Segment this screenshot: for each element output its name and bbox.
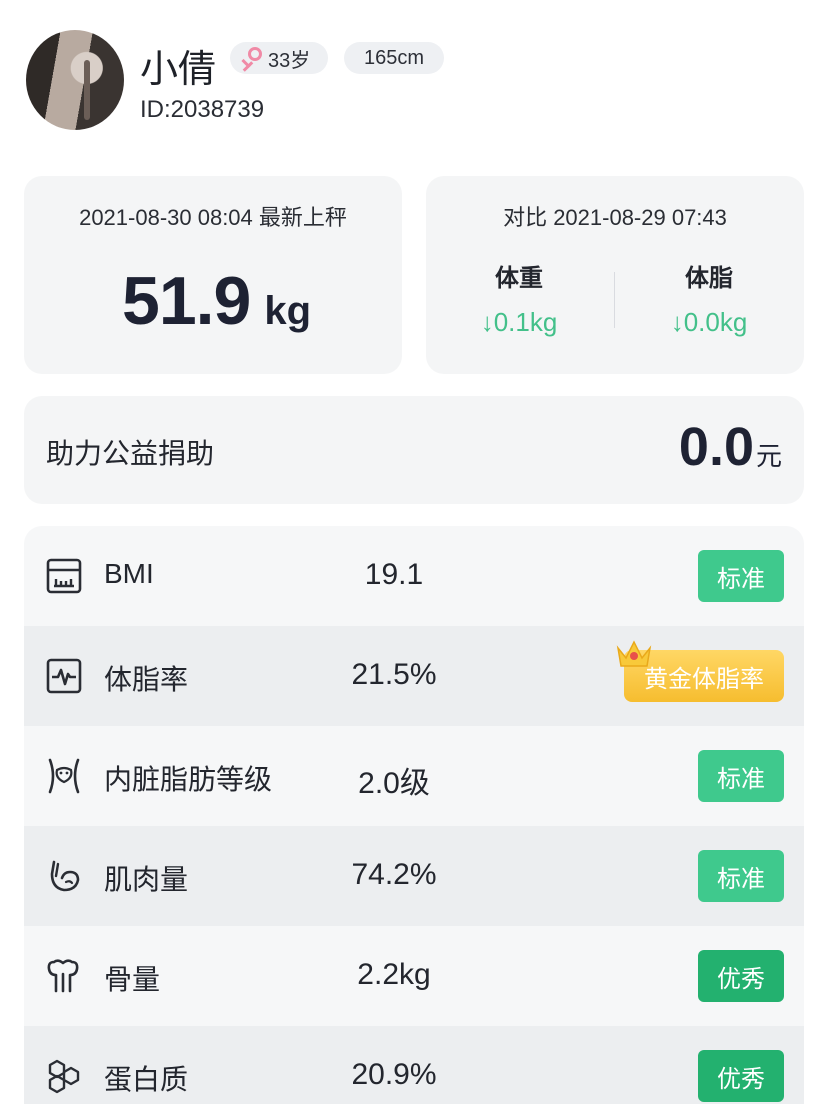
age-label: 33岁 — [268, 49, 311, 72]
donation-value: 0.0 — [678, 417, 754, 477]
metric-name: 蛋白质 — [104, 1064, 189, 1095]
divider — [614, 272, 615, 328]
donation-card[interactable]: 助力公益捐助 0.0 元 — [24, 396, 804, 504]
weight-change-label: 体重 — [495, 265, 543, 292]
muscle-icon — [50, 860, 80, 892]
metric-name: 肌肉量 — [104, 864, 189, 895]
metric-name: 体脂率 — [104, 664, 189, 695]
latest-weigh-time: 2021-08-30 08:04 最新上秤 — [79, 205, 347, 230]
female-icon — [238, 45, 264, 72]
weight-change-column: 体重 ↓0.1kg — [444, 258, 594, 338]
user-id: ID:2038739 — [140, 96, 265, 123]
comparison-title: 对比 2021-08-29 07:43 — [503, 205, 727, 230]
status-badge: 优秀 — [698, 950, 784, 1002]
fat-change-column: 体脂 ↓0.0kg — [634, 258, 784, 338]
metric-value: 21.5% — [351, 658, 437, 691]
fat-change-value: ↓0.0kg — [670, 307, 748, 337]
protein-icon — [48, 1059, 80, 1094]
metric-name: 内脏脂肪等级 — [104, 764, 273, 795]
height-tag: 165cm — [344, 42, 444, 74]
heart-rate-icon — [46, 658, 82, 694]
age-tag: 33岁 — [230, 42, 328, 74]
donation-label: 助力公益捐助 — [46, 438, 215, 469]
latest-weight-card[interactable]: 2021-08-30 08:04 最新上秤 51.9 kg — [24, 176, 402, 374]
metric-row-visceral-fat[interactable]: 内脏脂肪等级 2.0级 标准 — [24, 726, 804, 826]
avatar[interactable] — [26, 30, 124, 130]
fat-change-label: 体脂 — [685, 265, 733, 292]
bone-icon — [47, 959, 79, 993]
metric-value: 19.1 — [364, 558, 424, 591]
metric-row-protein[interactable]: 蛋白质 20.9% 优秀 — [24, 1026, 804, 1104]
weight-unit: kg — [264, 289, 312, 333]
donation-amount: 0.0 元 — [679, 416, 782, 478]
metric-name: BMI — [104, 558, 154, 589]
metric-row-body-fat[interactable]: 体脂率 21.5% 黄金体脂率 — [24, 626, 804, 726]
status-badge: 标准 — [698, 750, 784, 802]
metric-row-bmi[interactable]: BMI 19.1 标准 — [24, 526, 804, 626]
metric-value: 2.0级 — [358, 767, 430, 800]
status-badge: 优秀 — [698, 1050, 784, 1102]
status-badge: 标准 — [698, 850, 784, 902]
metric-row-muscle[interactable]: 肌肉量 74.2% 标准 — [24, 826, 804, 926]
status-badge: 标准 — [698, 550, 784, 602]
donation-unit: 元 — [755, 441, 782, 471]
weight-display: 51.9 kg — [122, 262, 311, 340]
metric-value: 74.2% — [351, 858, 437, 891]
metric-row-bone[interactable]: 骨量 2.2kg 优秀 — [24, 926, 804, 1026]
weight-change-value: ↓0.1kg — [480, 307, 558, 337]
comparison-card[interactable]: 对比 2021-08-29 07:43 体重 ↓0.1kg 体脂 ↓0.0kg — [426, 176, 804, 374]
visceral-icon — [48, 758, 80, 794]
ruler-icon — [46, 558, 82, 594]
user-name: 小倩 — [140, 49, 217, 91]
metric-value: 20.9% — [351, 1058, 437, 1091]
weight-value: 51.9 — [122, 263, 251, 339]
crown-icon — [616, 640, 652, 667]
metric-value: 2.2kg — [357, 958, 431, 991]
metric-name: 骨量 — [104, 964, 161, 995]
metrics-list: BMI 19.1 标准 体脂率 21.5% 黄金体脂率 内脏脂肪等级 2.0级 … — [24, 526, 804, 1104]
